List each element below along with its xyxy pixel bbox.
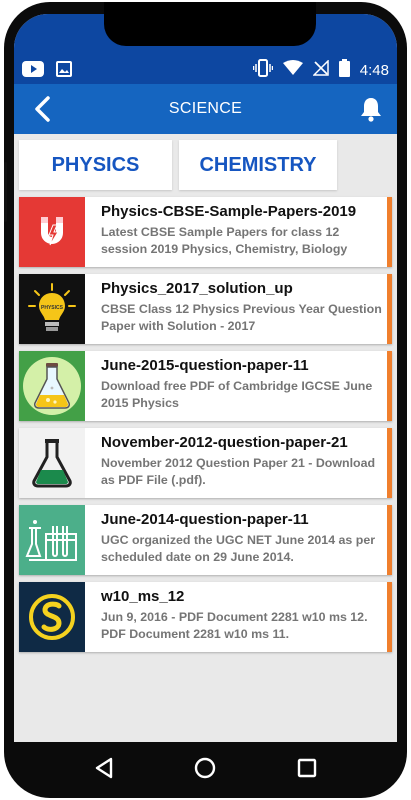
list-item[interactable]: June-2015-question-paper-11 Download fre…	[19, 351, 392, 421]
item-thumbnail: PHYSICS	[19, 274, 85, 344]
device-frame: 4:48 SCIENCE PHYSICS CHEMISTRY Physics-C…	[0, 0, 411, 800]
item-title: November-2012-question-paper-21	[101, 434, 348, 451]
nav-recents-button[interactable]	[297, 758, 317, 783]
svg-text:PHYSICS: PHYSICS	[41, 305, 64, 311]
camera-notch	[104, 2, 316, 46]
item-thumbnail	[19, 351, 85, 421]
clock-time: 4:48	[359, 61, 389, 79]
item-description: UGC organized the UGC NET June 2014 as p…	[101, 533, 376, 564]
s-logo-icon	[29, 594, 75, 640]
list-item[interactable]: PHYSICS Physics_2017_solution_up CBSE Cl…	[19, 274, 392, 344]
list-item[interactable]: Physics-CBSE-Sample-Papers-2019 Latest C…	[19, 197, 392, 267]
item-thumbnail	[19, 428, 85, 498]
test-tubes-icon	[25, 520, 77, 561]
tab-physics[interactable]: PHYSICS	[19, 140, 172, 190]
item-accent-bar	[387, 428, 392, 498]
erlenmeyer-flask-icon	[32, 439, 72, 488]
battery-icon	[338, 59, 350, 81]
item-title: June-2015-question-paper-11	[101, 357, 309, 374]
item-description: Download free PDF of Cambridge IGCSE Jun…	[101, 379, 373, 410]
item-thumbnail	[19, 197, 85, 267]
phone-body: 4:48 SCIENCE PHYSICS CHEMISTRY Physics-C…	[4, 2, 407, 798]
page-title: SCIENCE	[168, 100, 243, 117]
item-title: Physics_2017_solution_up	[101, 280, 293, 297]
item-thumbnail	[19, 582, 85, 652]
item-description: CBSE Class 12 Physics Previous Year Ques…	[101, 302, 382, 333]
no-signal-icon	[311, 59, 329, 80]
item-title: June-2014-question-paper-11	[101, 511, 309, 528]
item-description: November 2012 Question Paper 21 - Downlo…	[101, 456, 376, 487]
home-icon	[195, 757, 216, 778]
item-title: Physics-CBSE-Sample-Papers-2019	[101, 203, 357, 220]
back-icon	[95, 757, 113, 778]
item-thumbnail	[19, 505, 85, 575]
image-icon	[56, 61, 72, 82]
lightbulb-icon: PHYSICS	[28, 283, 76, 331]
notification-button[interactable]	[359, 96, 383, 122]
item-description: Latest CBSE Sample Papers for class 12 s…	[101, 225, 348, 256]
flask-icon	[23, 357, 81, 415]
volume-button	[4, 162, 7, 222]
recents-icon	[297, 758, 317, 777]
tab-chemistry[interactable]: CHEMISTRY	[179, 140, 337, 190]
nav-home-button[interactable]	[194, 757, 216, 784]
item-accent-bar	[387, 351, 392, 421]
item-accent-bar	[387, 274, 392, 344]
wifi-icon	[282, 60, 303, 80]
item-accent-bar	[387, 197, 392, 267]
item-accent-bar	[387, 582, 392, 652]
youtube-icon	[22, 61, 44, 82]
list-item[interactable]: November-2012-question-paper-21 November…	[19, 428, 392, 498]
item-accent-bar	[387, 505, 392, 575]
bell-icon	[361, 98, 381, 122]
magnet-icon	[41, 217, 63, 246]
subject-tabs: PHYSICS CHEMISTRY	[14, 140, 397, 190]
app-bar: SCIENCE	[14, 84, 397, 134]
item-description: Jun 9, 2016 - PDF Document 2281 w10 ms 1…	[101, 610, 368, 641]
list-item[interactable]: w10_ms_12 Jun 9, 2016 - PDF Document 228…	[19, 582, 392, 652]
nav-back-button[interactable]	[94, 757, 114, 784]
system-nav-bar	[4, 742, 407, 798]
vibrate-icon	[252, 59, 274, 81]
item-title: w10_ms_12	[101, 588, 185, 605]
screen: 4:48 SCIENCE PHYSICS CHEMISTRY Physics-C…	[14, 14, 397, 742]
list-item[interactable]: June-2014-question-paper-11 UGC organize…	[19, 505, 392, 575]
